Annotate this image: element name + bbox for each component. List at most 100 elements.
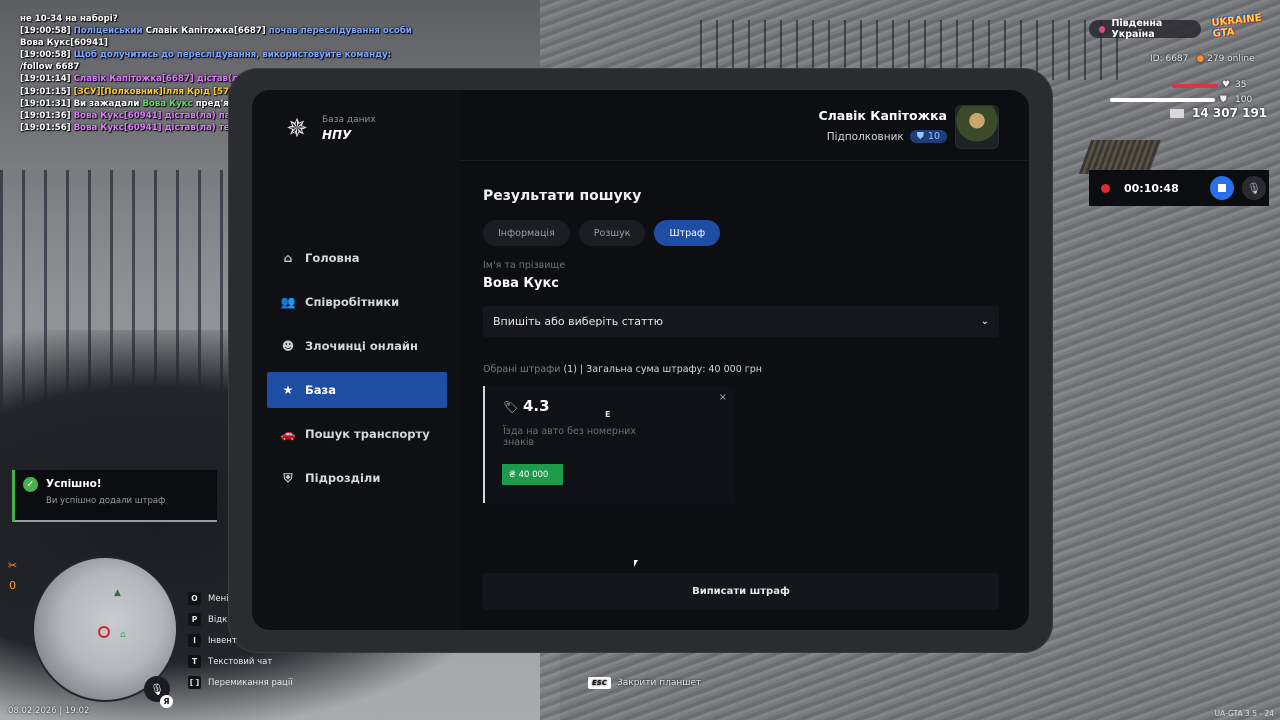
sidebar-item-0[interactable]: ⌂ Головна bbox=[267, 240, 447, 276]
fine-description: Їзда на авто без номерних знаків bbox=[503, 426, 636, 448]
online-icon: ● bbox=[1196, 54, 1205, 64]
mic-key-hint: Я bbox=[160, 695, 173, 708]
fine-card: × 🏷 4.3 E Їзда на авто без номерних знак… bbox=[483, 386, 735, 503]
chat-segment: не 10-34 на наборі? bbox=[20, 14, 118, 24]
notification-progress bbox=[15, 520, 217, 522]
esc-key[interactable]: ESC bbox=[588, 677, 611, 689]
main-content: Результати пошуку Інформація Розшук Штраф … bbox=[483, 90, 1003, 630]
key-hint-label: Відк bbox=[208, 614, 228, 625]
key-hint-row: T Текстовий чат bbox=[188, 651, 293, 672]
police-emblem-icon: ✵ bbox=[286, 114, 308, 144]
side-counter: 0 bbox=[9, 579, 17, 592]
notification-text: Ви успішно додали штраф bbox=[46, 496, 166, 506]
chat-segment: [19:01:14] bbox=[20, 74, 74, 85]
key-hint-label: Інвент bbox=[208, 635, 237, 646]
key-cap: P bbox=[188, 613, 201, 626]
key-hint-row: [ ] Перемикання рації bbox=[188, 672, 293, 693]
key-cap: [ ] bbox=[188, 676, 201, 689]
chat-segment: Щоб долучитись до переслідування, викори… bbox=[73, 50, 392, 61]
heart-icon: ♥ bbox=[1222, 80, 1231, 90]
chat-segment: почав переслідування особи bbox=[268, 26, 412, 37]
fine-amount: 40 000 bbox=[518, 469, 549, 480]
database-caption: База даних bbox=[322, 115, 376, 125]
close-tablet-hint: ESC Закрити планшет bbox=[588, 677, 701, 689]
shield-icon: ⛨ bbox=[283, 470, 293, 485]
chevron-down-icon: ⌄ bbox=[980, 316, 989, 327]
sidebar-item-1[interactable]: 👥 Співробітники bbox=[267, 284, 447, 320]
sidebar-item-3[interactable]: ★ База bbox=[267, 372, 447, 408]
tab-2[interactable]: Штраф bbox=[654, 220, 721, 246]
key-cap: T bbox=[188, 655, 201, 668]
microphone-icon: 🎙 bbox=[150, 682, 164, 696]
key-hint-label: Мені bbox=[208, 593, 229, 604]
home-icon: ⌂ bbox=[283, 251, 293, 265]
sidebar-item-label: Злочинці онлайн bbox=[305, 339, 418, 353]
chat-segment: [19:01:15] bbox=[20, 86, 74, 97]
sidebar-item-label: Головна bbox=[305, 251, 360, 265]
mask-icon: ☻ bbox=[281, 339, 295, 353]
tab-0[interactable]: Інформація bbox=[483, 220, 570, 246]
key-hint-label: Текстовий чат bbox=[208, 656, 273, 667]
remove-fine-button[interactable]: × bbox=[719, 392, 727, 403]
armor-bar bbox=[1110, 98, 1215, 102]
key-cap: O bbox=[188, 592, 201, 605]
server-name: Південна Україна bbox=[1111, 18, 1163, 40]
sidebar-item-label: Пошук транспорту bbox=[305, 427, 430, 441]
chat-segment: [19:00:58] bbox=[20, 26, 74, 37]
chat-line: [19:00:58] Щоб долучитись до переслідува… bbox=[20, 49, 412, 61]
server-badge: Південна Україна bbox=[1089, 18, 1201, 40]
chat-segment: Вова Кукс[60941] bbox=[20, 38, 108, 49]
chat-segment: Славік Капітожка[6687] bbox=[145, 26, 269, 37]
location-pin-icon bbox=[1099, 25, 1106, 33]
money-value: 14 307 191 bbox=[1192, 106, 1268, 120]
sidebar-item-5[interactable]: ⛨ Підрозділи bbox=[267, 460, 447, 496]
home-icon: ⌂ bbox=[120, 630, 126, 640]
record-indicator-icon bbox=[1101, 183, 1110, 193]
stray-letter: E bbox=[605, 410, 611, 419]
online-count: ● 279 online bbox=[1196, 54, 1255, 64]
chat-segment: /follow 6687 bbox=[20, 62, 80, 73]
health-bar bbox=[1172, 84, 1218, 88]
key-hints: O Мені P Відк I Інвент T Текстовий чат [ ] Переми… bbox=[188, 588, 293, 693]
sidebar-item-2[interactable]: ☻ Злочинці онлайн bbox=[267, 328, 447, 364]
sidebar-item-label: Співробітники bbox=[305, 295, 400, 309]
key-hint-row: P Відк bbox=[188, 609, 293, 630]
sidebar-item-4[interactable]: 🚗 Пошук транспорту bbox=[267, 416, 447, 452]
sidebar-item-label: Підрозділи bbox=[305, 471, 381, 485]
tag-icon: 🏷 bbox=[503, 400, 519, 414]
key-hint-row: O Мені bbox=[188, 588, 293, 609]
key-hint-label: Перемикання рації bbox=[208, 677, 293, 688]
id-online-row: ID: 6687 ● 279 online bbox=[1150, 54, 1255, 64]
tab-1[interactable]: Розшук bbox=[578, 220, 646, 246]
version-label: UA-GTA 3.5 - 24 bbox=[1214, 709, 1274, 718]
page-title: Результати пошуку bbox=[483, 188, 642, 204]
mouse-cursor bbox=[634, 560, 638, 567]
chat-segment: [19:01:56] bbox=[20, 122, 74, 133]
player-id: ID: 6687 bbox=[1150, 54, 1189, 64]
fine-amount-badge: ₴ 40 000 bbox=[502, 464, 563, 485]
record-timer: 00:10:48 bbox=[1124, 181, 1179, 195]
chat-line: Вова Кукс[60941] bbox=[20, 37, 412, 49]
money-display: 14 307 191 bbox=[1170, 106, 1267, 120]
chat-segment: Поліцейський bbox=[73, 26, 146, 37]
chat-segment: [ЗСУ][Полковник]Ілля Крід [57855] bbox=[73, 86, 251, 97]
side-status: ✂ 0 bbox=[8, 556, 17, 596]
stop-icon bbox=[1218, 184, 1226, 192]
issue-fine-button[interactable]: Виписати штраф bbox=[483, 573, 999, 610]
chat-line: не 10-34 на наборі? bbox=[20, 13, 412, 25]
mute-mic-button[interactable]: 🎙 bbox=[1242, 176, 1266, 200]
fines-summary-label: Обрані штрафи bbox=[483, 364, 561, 375]
fines-summary-total: (1) | Загальна сума штрафу: 40 000 грн bbox=[563, 364, 763, 375]
tablet-screen: ✵ База даних НПУ ⌂ Головна 👥 Співробітники ☻… bbox=[252, 90, 1029, 630]
background-grate bbox=[1078, 140, 1162, 174]
stop-record-button[interactable] bbox=[1210, 176, 1234, 200]
mic-off-icon: 🎙 bbox=[1247, 181, 1261, 195]
notification-title: Успішно! bbox=[46, 478, 102, 490]
fine-article-code: 4.3 bbox=[523, 397, 550, 415]
article-select[interactable]: Впишіть або виберіть статтю ⌄ bbox=[483, 306, 999, 337]
key-hint-row: I Інвент bbox=[188, 630, 293, 651]
database-title: НПУ bbox=[322, 128, 352, 142]
check-icon: ✓ bbox=[23, 477, 38, 492]
chat-line: [19:00:58] Поліцейський Славік Капітожка… bbox=[20, 25, 412, 37]
sidebar-item-label: База bbox=[305, 383, 336, 397]
